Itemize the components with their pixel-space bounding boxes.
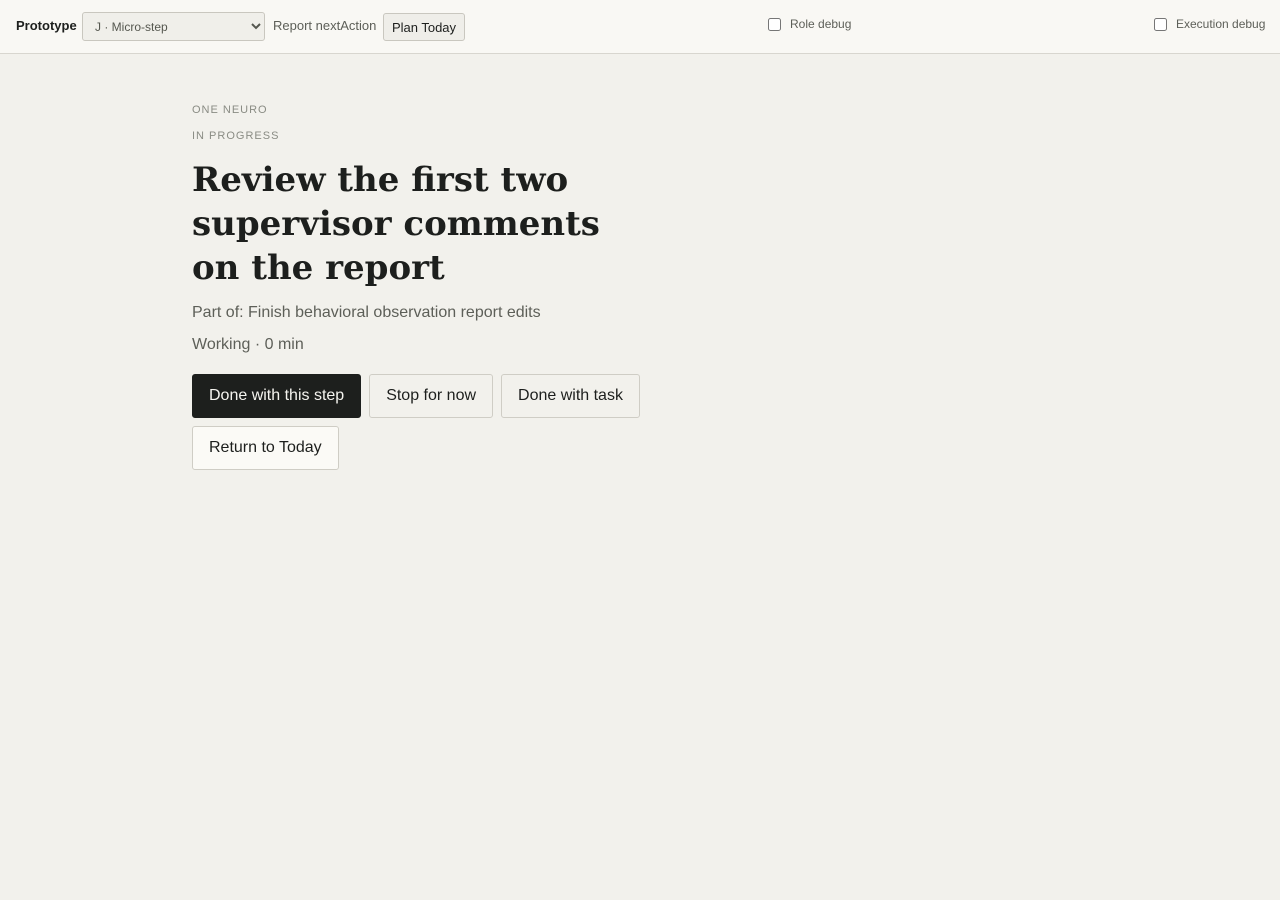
execution-debug-label: Execution debug xyxy=(1176,17,1266,31)
area-label: ONE NEURO xyxy=(192,104,268,116)
role-debug-toggle[interactable]: Role debug xyxy=(768,17,851,31)
step-actions: Done with this step Stop for now Done wi… xyxy=(192,374,652,470)
prototype-label: Prototype xyxy=(16,18,77,33)
done-with-task-button[interactable]: Done with task xyxy=(501,374,640,418)
micro-step-panel: ONE NEURO IN PROGRESS Review the first t… xyxy=(192,100,672,470)
plan-today-button[interactable]: Plan Today xyxy=(383,13,465,41)
working-status: Working · 0 min xyxy=(192,336,304,353)
prototype-select[interactable]: J · Micro-step xyxy=(82,12,265,41)
state-label: IN PROGRESS xyxy=(192,130,280,142)
done-with-step-button[interactable]: Done with this step xyxy=(192,374,362,418)
return-to-today-button[interactable]: Return to Today xyxy=(192,426,339,470)
parent-task: Part of: Finish behavioral observation r… xyxy=(192,304,541,321)
role-debug-checkbox[interactable] xyxy=(768,17,781,31)
execution-debug-checkbox[interactable] xyxy=(1154,17,1167,31)
prototype-toolbar: Prototype J · Micro-step Report nextActi… xyxy=(0,0,1280,54)
execution-debug-toggle[interactable]: Execution debug xyxy=(1154,17,1265,31)
stop-for-now-button[interactable]: Stop for now xyxy=(369,374,494,418)
role-debug-label: Role debug xyxy=(790,17,852,31)
report-next-action-label: Report nextAction xyxy=(273,18,377,33)
step-title: Review the first two supervisor comments… xyxy=(192,160,600,288)
